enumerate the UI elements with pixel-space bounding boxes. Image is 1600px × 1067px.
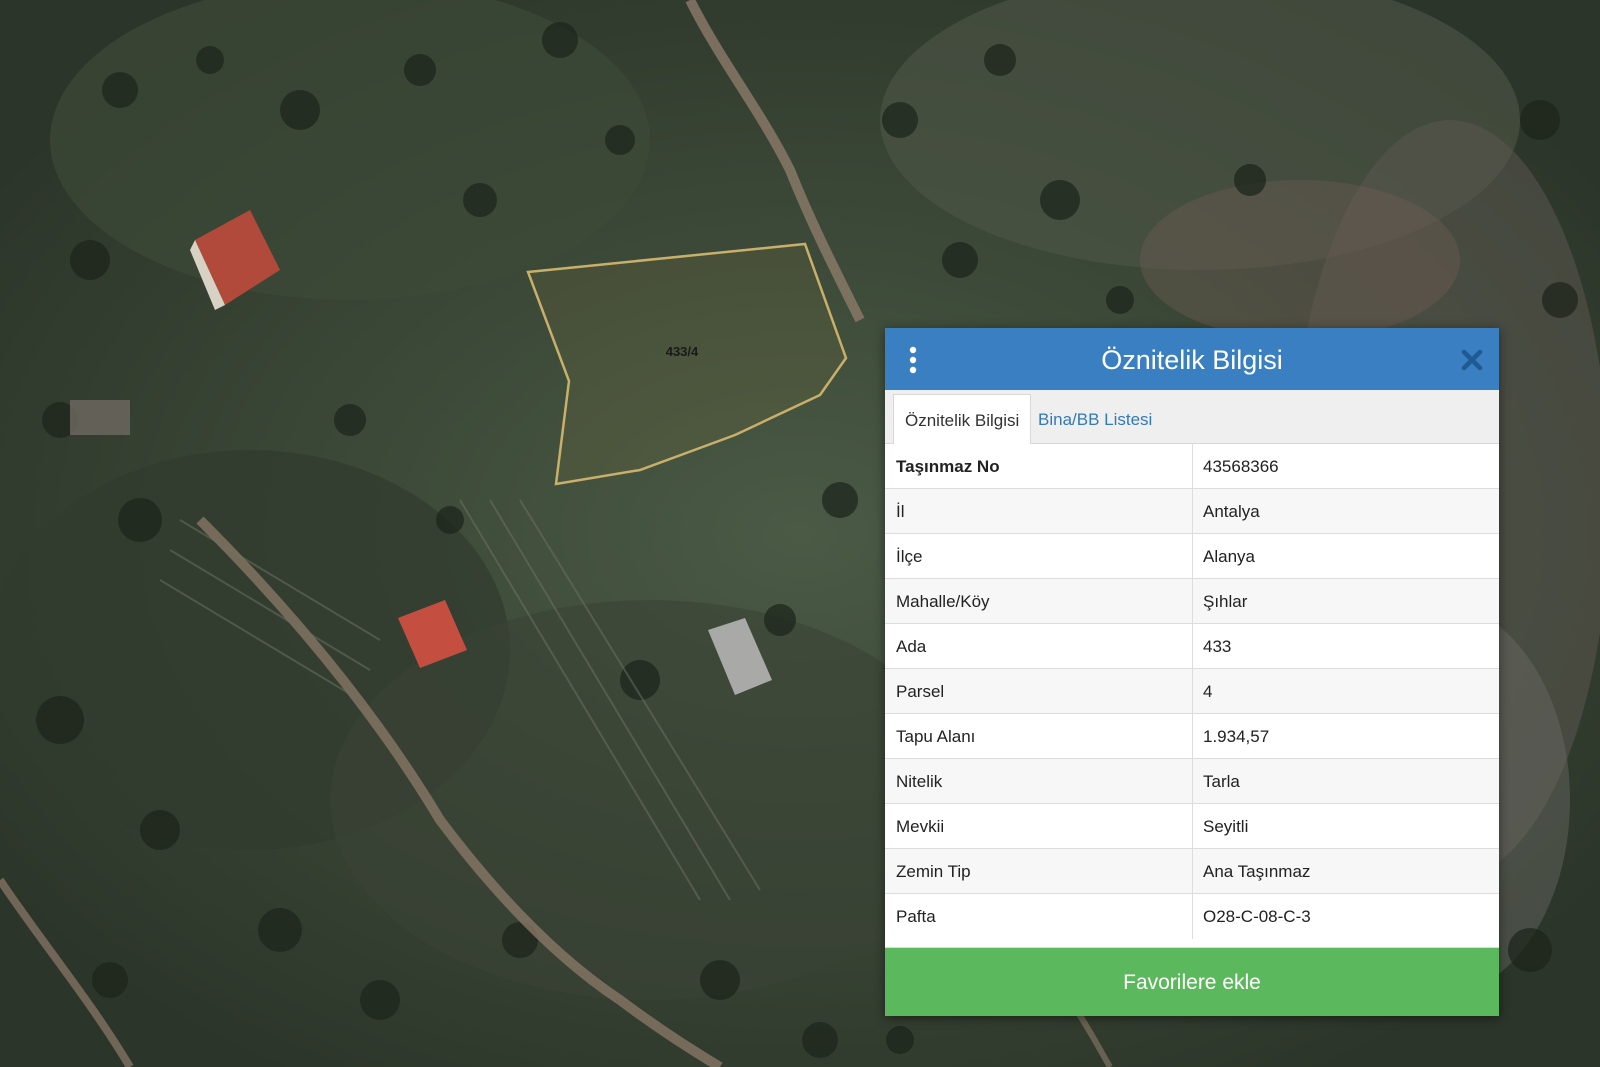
row-value: 433 <box>1203 637 1232 656</box>
column-divider <box>1192 669 1193 714</box>
table-row: İlçe Alanya <box>885 534 1499 579</box>
row-key: İlçe <box>896 547 923 566</box>
row-key: Pafta <box>896 907 936 926</box>
row-value: 4 <box>1203 682 1213 701</box>
panel-header: Öznitelik Bilgisi <box>885 328 1499 390</box>
row-value: Alanya <box>1203 547 1255 566</box>
row-key: Zemin Tip <box>896 862 971 881</box>
row-value: Seyitli <box>1203 817 1249 836</box>
row-key: Taşınmaz No <box>896 457 1000 476</box>
table-row: Parsel 4 <box>885 669 1499 714</box>
table-row: Mevkii Seyitli <box>885 804 1499 849</box>
row-value: O28-C-08-C-3 <box>1203 907 1311 926</box>
row-key: Mevkii <box>896 817 945 836</box>
column-divider <box>1192 804 1193 849</box>
panel-title: Öznitelik Bilgisi <box>1101 345 1283 375</box>
row-value: Tarla <box>1203 772 1240 791</box>
row-key: Tapu Alanı <box>896 727 976 746</box>
tab-attribute-info[interactable]: Öznitelik Bilgisi <box>893 394 1032 445</box>
attribute-info-panel: Öznitelik Bilgisi Öznitelik Bilgisi Bina… <box>885 328 1499 1016</box>
table-row: Zemin Tip Ana Taşınmaz <box>885 849 1499 894</box>
tab-building-list[interactable]: Bina/BB Listesi <box>1027 394 1163 445</box>
column-divider <box>1192 444 1193 489</box>
row-value: Antalya <box>1203 502 1260 521</box>
table-row: Mahalle/Köy Şıhlar <box>885 579 1499 624</box>
column-divider <box>1192 489 1193 534</box>
table-row: Nitelik Tarla <box>885 759 1499 804</box>
column-divider <box>1192 624 1193 669</box>
column-divider <box>1192 759 1193 804</box>
row-value: Ana Taşınmaz <box>1203 862 1311 881</box>
column-divider <box>1192 534 1193 579</box>
add-to-favorites-button[interactable]: Favorilere ekle <box>885 948 1499 1016</box>
row-key: Mahalle/Köy <box>896 592 990 611</box>
attribute-table: Taşınmaz No 43568366 İl Antalya İlçe Ala… <box>885 444 1499 948</box>
table-row: Pafta O28-C-08-C-3 <box>885 894 1499 948</box>
column-divider <box>1192 579 1193 624</box>
table-row: İl Antalya <box>885 489 1499 534</box>
parcel-label: 433/4 <box>666 344 699 359</box>
row-value: 43568366 <box>1203 457 1279 476</box>
table-row: Tapu Alanı 1.934,57 <box>885 714 1499 759</box>
row-value: 1.934,57 <box>1203 727 1270 746</box>
close-icon[interactable] <box>1459 347 1485 373</box>
table-row: Ada 433 <box>885 624 1499 669</box>
column-divider <box>1192 894 1193 939</box>
row-key: Nitelik <box>896 772 943 791</box>
tab-bar: Öznitelik Bilgisi Bina/BB Listesi <box>885 390 1499 445</box>
table-row: Taşınmaz No 43568366 <box>885 444 1499 489</box>
column-divider <box>1192 714 1193 759</box>
row-key: İl <box>896 502 905 521</box>
row-key: Ada <box>896 637 927 656</box>
row-value: Şıhlar <box>1203 592 1248 611</box>
row-key: Parsel <box>896 682 945 701</box>
column-divider <box>1192 849 1193 894</box>
